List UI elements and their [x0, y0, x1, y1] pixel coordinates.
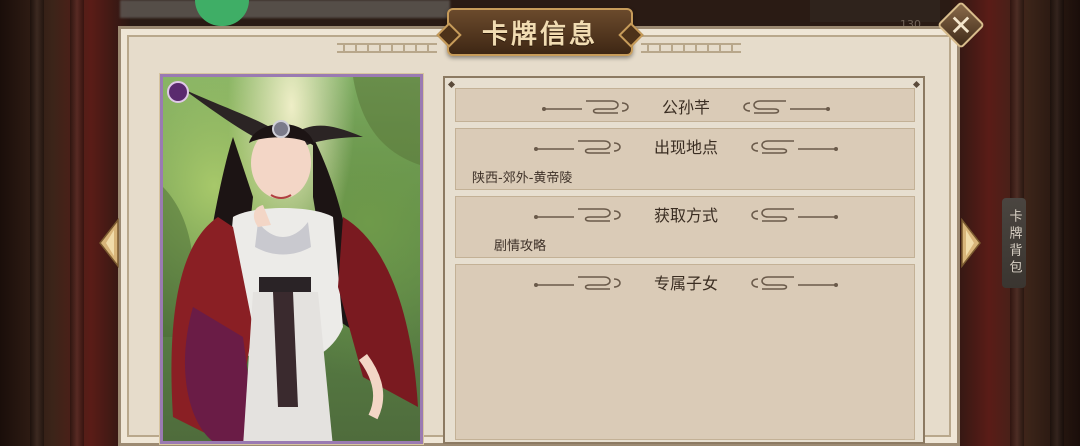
left-scroll-ornament-icon — [533, 140, 621, 154]
acquisition-heading: 获取方式 — [653, 206, 718, 225]
right-scroll-ornament-icon — [751, 140, 838, 154]
fret-ornament — [337, 43, 437, 53]
acquisition-value: 剧情攻略 — [494, 239, 547, 254]
previous-card-arrow-icon[interactable] — [98, 218, 120, 268]
card-details: 公孙芊 出现地点 陕西-郊外-黄帝陵 获取方式 剧情攻略 专属子女 — [443, 76, 925, 444]
location-heading: 出现地点 — [653, 138, 718, 157]
left-scroll-ornament-icon — [541, 100, 629, 114]
left-scroll-ornament-icon — [533, 276, 621, 290]
location-section: 出现地点 陕西-郊外-黄帝陵 — [455, 128, 915, 190]
children-section: 专属子女 — [455, 264, 915, 440]
location-value: 陕西-郊外-黄帝陵 — [472, 171, 573, 186]
rarity-badge-icon — [167, 81, 189, 103]
name-section: 公孙芊 — [455, 88, 915, 122]
acquisition-section: 获取方式 剧情攻略 — [455, 196, 915, 258]
page-title: 卡牌信息 — [481, 19, 598, 50]
title-plaque: 卡牌信息 — [447, 8, 633, 56]
card-image — [159, 73, 424, 445]
right-scroll-ornament-icon — [751, 208, 838, 222]
children-heading: 专属子女 — [653, 274, 718, 293]
top-status-indicator — [195, 0, 249, 26]
curtain-fold — [70, 0, 84, 446]
card-backpack-label: 卡牌背包 — [1006, 209, 1022, 277]
close-button[interactable]: ✕ — [936, 0, 986, 50]
curtain-fold — [1050, 0, 1064, 446]
next-card-arrow-icon[interactable] — [960, 218, 982, 268]
fret-ornament — [641, 43, 741, 53]
left-scroll-ornament-icon — [533, 208, 621, 222]
close-icon: ✕ — [949, 8, 973, 42]
character-portrait — [163, 77, 420, 441]
corner-ornament — [447, 80, 456, 89]
top-status-bar — [120, 0, 450, 18]
character-name: 公孙芊 — [661, 98, 710, 117]
right-scroll-ornament-icon — [751, 276, 838, 290]
curtain-fold — [30, 0, 44, 446]
card-backpack-tab[interactable]: 卡牌背包 — [1002, 198, 1026, 288]
corner-ornament — [912, 80, 921, 89]
right-scroll-ornament-icon — [743, 100, 830, 114]
